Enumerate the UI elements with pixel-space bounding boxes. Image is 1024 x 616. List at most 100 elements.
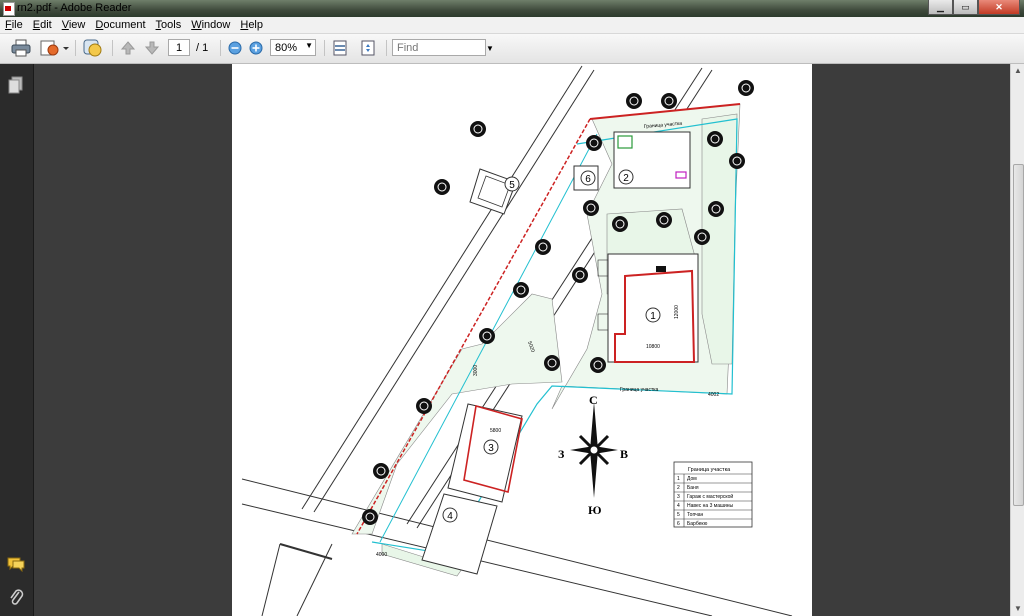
navigation-panel <box>0 64 34 616</box>
legend-table: Граница участка 1 Дом 2 Баня 3 Гараж с мастер… <box>673 461 753 528</box>
vertical-scrollbar[interactable]: ▲ ▼ <box>1010 64 1024 616</box>
menu-tools[interactable]: Tools <box>151 19 187 31</box>
fit-page-button[interactable] <box>358 38 378 58</box>
legend-row-text: Дом <box>687 476 697 482</box>
scroll-up-icon[interactable]: ▲ <box>1013 66 1023 76</box>
find-options-icon[interactable]: ▼ <box>486 44 494 53</box>
chevron-down-icon: ▼ <box>305 41 313 50</box>
arrow-down-icon <box>144 41 160 55</box>
legend-row-number: 2 <box>677 485 680 491</box>
review-icon <box>83 39 102 57</box>
previous-page-button[interactable] <box>118 38 138 58</box>
tree-symbol <box>535 239 551 255</box>
building-marker-label: 5 <box>509 180 515 191</box>
legend-row-number: 1 <box>677 476 680 482</box>
page-number-input[interactable]: 1 <box>168 39 190 56</box>
tree-symbol <box>513 282 529 298</box>
tree-symbol <box>572 267 588 283</box>
building-marker-label: 2 <box>623 173 629 184</box>
zoom-out-button[interactable] <box>226 38 244 58</box>
building-marker-label: 6 <box>585 174 591 185</box>
tree-symbol <box>661 93 677 109</box>
next-page-button[interactable] <box>142 38 162 58</box>
tree-symbol <box>729 153 745 169</box>
title-bar: rn2.pdf - Adobe Reader ▁ ▭ ✕ <box>0 0 1024 17</box>
building-marker-label: 4 <box>447 511 453 522</box>
toolbar-separator <box>75 40 76 56</box>
tree-symbol <box>656 212 672 228</box>
attachments-panel-button[interactable] <box>8 588 24 609</box>
minimize-button[interactable]: ▁ <box>928 0 953 15</box>
compass-rose <box>570 402 618 498</box>
tree-symbol <box>479 328 495 344</box>
collaborate-button[interactable] <box>80 38 106 58</box>
legend-row-text: Топчан <box>687 512 704 518</box>
legend-row-number: 5 <box>677 512 680 518</box>
menu-window[interactable]: Window <box>186 19 235 31</box>
zoom-in-button[interactable] <box>247 38 265 58</box>
menu-file[interactable]: File <box>0 19 28 31</box>
scrollbar-thumb[interactable] <box>1013 164 1024 506</box>
building-marker-label: 1 <box>650 311 656 322</box>
menu-help[interactable]: Help <box>235 19 268 31</box>
page-number-value: 1 <box>175 41 183 54</box>
print-button[interactable] <box>8 38 34 58</box>
fit-page-icon <box>361 40 375 56</box>
tree-symbol <box>544 355 560 371</box>
toolbar-separator <box>386 40 387 56</box>
toolbar-separator <box>112 40 113 56</box>
tree-symbol <box>586 135 602 151</box>
building-marker-label: 3 <box>488 443 494 454</box>
pages-icon <box>8 76 23 94</box>
tree-symbol <box>362 509 378 525</box>
zoom-in-icon <box>249 41 263 55</box>
tree-symbol <box>416 398 432 414</box>
toolbar-separator <box>220 40 221 56</box>
window-controls: ▁ ▭ ✕ <box>928 0 1020 15</box>
tree-symbol <box>694 229 710 245</box>
boundary-label-bottom: Граница участка <box>620 387 659 393</box>
maximize-button[interactable]: ▭ <box>953 0 978 15</box>
menu-view[interactable]: View <box>57 19 91 31</box>
zoom-select[interactable]: 80% ▼ <box>270 39 316 56</box>
share-icon <box>40 40 69 56</box>
menu-edit[interactable]: Edit <box>28 19 57 31</box>
find-placeholder: Find <box>397 41 419 54</box>
zoom-value: 80% <box>275 41 298 54</box>
toolbar-separator <box>324 40 325 56</box>
legend-row-number: 6 <box>677 521 680 527</box>
compass-south-label: Ю <box>588 503 602 517</box>
compass-north-label: С <box>589 393 598 407</box>
tree-symbol <box>738 80 754 96</box>
tree-symbol <box>707 131 723 147</box>
close-button[interactable]: ✕ <box>978 0 1020 15</box>
paperclip-icon <box>10 589 24 605</box>
legend-row-text: Барбекю <box>687 521 708 527</box>
legend-row-text: Навес на 3 машины <box>687 503 734 509</box>
tree-symbol <box>708 201 724 217</box>
dim-garage: 5800 <box>490 428 501 434</box>
share-button[interactable] <box>38 38 70 58</box>
tree-symbol <box>434 179 450 195</box>
find-input[interactable]: Find <box>392 39 486 56</box>
document-area[interactable]: 1 2 3 4 5 6 С Ю З В Граница участка Граница у… <box>34 64 1010 616</box>
pdf-page: 1 2 3 4 5 6 С Ю З В Граница участка Граница у… <box>232 64 812 616</box>
comment-icon <box>7 557 25 573</box>
dim-gap: 4000 <box>376 552 387 558</box>
scrolling-mode-button[interactable] <box>330 38 350 58</box>
legend-title: Граница участка <box>688 467 731 473</box>
menu-document[interactable]: Document <box>90 19 150 31</box>
comments-panel-button[interactable] <box>6 556 26 575</box>
tree-symbol <box>373 463 389 479</box>
dim-house-height: 12000 <box>674 305 680 319</box>
window-title: rn2.pdf - Adobe Reader <box>17 2 132 14</box>
tree-symbol <box>583 200 599 216</box>
pdf-file-icon <box>3 2 15 16</box>
tree-symbol <box>590 357 606 373</box>
pages-panel-button[interactable] <box>8 76 24 97</box>
scroll-down-icon[interactable]: ▼ <box>1013 604 1023 614</box>
legend-row-text: Гараж с мастерской <box>687 493 733 500</box>
page-scroll-icon <box>333 40 347 56</box>
legend-row-number: 4 <box>677 503 680 509</box>
dim-house-width: 10800 <box>646 344 660 350</box>
